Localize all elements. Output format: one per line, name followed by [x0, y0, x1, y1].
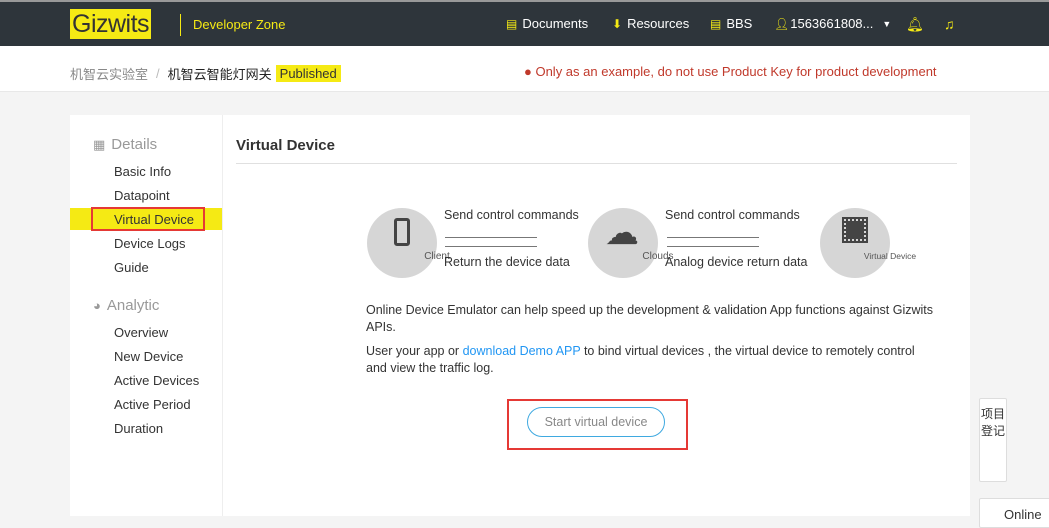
- client-node: Client: [367, 208, 450, 278]
- section-details: ▦ Details: [93, 136, 157, 153]
- username: 1563661808...: [790, 16, 874, 31]
- virtual-device-node: Virtual Device: [820, 208, 916, 278]
- gizwits-logo[interactable]: Gizwits: [70, 9, 152, 39]
- text: User your app or: [366, 344, 463, 358]
- warning-icon: ●: [524, 64, 536, 79]
- warning-message: ● Only as an example, do not use Product…: [524, 64, 937, 79]
- sidebar-item-device-logs[interactable]: Device Logs: [114, 236, 186, 251]
- sidebar-item-active-devices[interactable]: Active Devices: [114, 373, 199, 388]
- chat-icon: ▤: [710, 16, 722, 31]
- title-divider: [236, 163, 957, 164]
- breadcrumb-parent[interactable]: 机智云实验室: [70, 64, 148, 83]
- document-icon: ▤: [506, 16, 518, 31]
- arrow-left: [667, 246, 759, 247]
- bell-icon[interactable]: 🔔︎: [906, 16, 924, 33]
- download-icon: ⬇: [612, 16, 623, 31]
- arrow-right: [667, 237, 759, 238]
- section-analytic: ◕ Analytic: [93, 297, 159, 314]
- online-support-button[interactable]: Online: [979, 498, 1049, 528]
- arrow-label: Analog device return data: [665, 255, 808, 269]
- arrow-label: Send control commands: [665, 208, 800, 222]
- developer-zone-label[interactable]: Developer Zone: [193, 17, 286, 32]
- logo-divider: [180, 14, 181, 36]
- phone-icon: [394, 218, 410, 246]
- grid-icon: ▦: [93, 136, 106, 152]
- user-icon: 👤︎: [774, 16, 790, 31]
- section-label: Analytic: [106, 297, 160, 314]
- headset-icon[interactable]: ♫: [944, 16, 955, 32]
- nav-label: Documents: [522, 16, 589, 31]
- breadcrumb-current: 机智云智能灯网关: [167, 67, 272, 82]
- chip-icon: [842, 217, 868, 243]
- description: Online Device Emulator can help speed up…: [366, 303, 933, 334]
- sidebar-item-active-period[interactable]: Active Period: [114, 397, 191, 412]
- project-register-button[interactable]: 项目登记: [979, 398, 1007, 482]
- sidebar-item-guide[interactable]: Guide: [114, 260, 149, 275]
- arrow-right: [445, 237, 537, 238]
- warning-text: Only as an example, do not use Product K…: [535, 64, 937, 79]
- clouds-node: ☁ Clouds: [588, 208, 674, 278]
- sidebar-item-datapoint[interactable]: Datapoint: [114, 188, 170, 203]
- arrow-left: [445, 246, 537, 247]
- user-menu[interactable]: 👤︎ 1563661808... ▼: [774, 16, 891, 31]
- status-badge: Published: [275, 65, 341, 82]
- page-title: Virtual Device: [236, 137, 335, 154]
- arrow-label: Return the device data: [444, 255, 570, 269]
- sidebar-item-duration[interactable]: Duration: [114, 421, 163, 436]
- sidebar: ▦ Details Basic Info Datapoint Virtual De…: [70, 115, 223, 516]
- section-label: Details: [111, 136, 158, 153]
- node-label: Virtual Device: [863, 251, 917, 261]
- caret-down-icon: ▼: [882, 18, 892, 29]
- instructions: User your app or download Demo APP to bi…: [366, 343, 936, 377]
- breadcrumb-separator: /: [156, 66, 160, 81]
- nav-bbs[interactable]: ▤ BBS: [710, 16, 752, 31]
- sidebar-item-virtual-device[interactable]: Virtual Device: [114, 212, 194, 227]
- main-panel: Virtual Device Client ☁ Clouds Virtual De…: [223, 115, 970, 516]
- sidebar-item-new-device[interactable]: New Device: [114, 349, 183, 364]
- pie-chart-icon: ◕: [93, 298, 101, 313]
- sidebar-item-basic-info[interactable]: Basic Info: [114, 164, 171, 179]
- nav-label: Resources: [627, 16, 690, 31]
- nav-label: BBS: [726, 16, 753, 31]
- start-virtual-device-button[interactable]: Start virtual device: [527, 407, 665, 437]
- nav-documents[interactable]: ▤ Documents: [506, 16, 588, 31]
- download-demo-app-link[interactable]: download Demo APP: [463, 344, 581, 358]
- cloud-icon: ☁: [605, 214, 639, 252]
- breadcrumb: 机智云实验室 / 机智云智能灯网关 Published: [70, 64, 341, 83]
- nav-resources[interactable]: ⬇ Resources: [612, 16, 689, 31]
- arrow-label: Send control commands: [444, 208, 579, 222]
- sidebar-item-overview[interactable]: Overview: [114, 325, 168, 340]
